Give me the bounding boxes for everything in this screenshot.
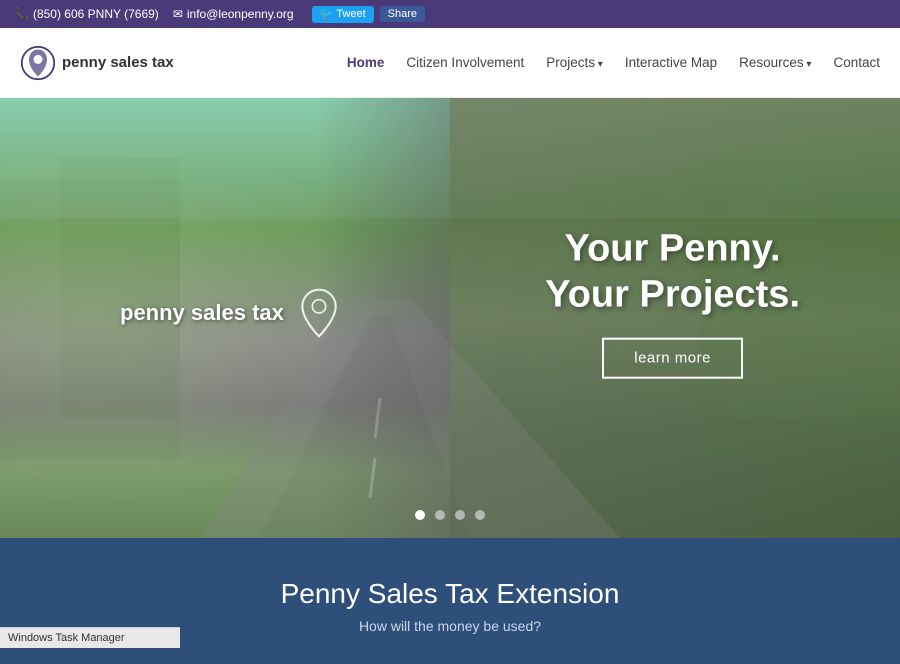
hero-logo: penny sales tax	[120, 288, 344, 338]
nav-projects[interactable]: Projects	[546, 55, 603, 70]
hero-title: Your Penny. Your Projects.	[545, 227, 800, 318]
nav-resources[interactable]: Resources	[739, 55, 811, 70]
nav-citizen[interactable]: Citizen Involvement	[406, 55, 524, 70]
logo-icon	[20, 45, 56, 81]
nav-home[interactable]: Home	[347, 55, 385, 70]
social-buttons: 🐦 Tweet Share	[312, 6, 425, 23]
main-nav: penny sales tax Home Citizen Involvement…	[0, 28, 900, 98]
hero-dot-1[interactable]	[415, 510, 425, 520]
email-icon: ✉	[173, 7, 183, 21]
hero-content: Your Penny. Your Projects. learn more	[545, 227, 800, 379]
phone-icon: 📞	[14, 7, 29, 21]
nav-contact[interactable]: Contact	[833, 55, 880, 70]
hero-section: penny sales tax Your Penny. Your Project…	[0, 98, 900, 538]
tweet-button[interactable]: 🐦 Tweet	[312, 6, 374, 23]
nav-map[interactable]: Interactive Map	[625, 55, 717, 70]
hero-cta-button[interactable]: learn more	[602, 338, 743, 379]
hero-dots	[415, 510, 485, 520]
section-title: Penny Sales Tax Extension	[20, 578, 880, 610]
hero-title-line2: Your Projects.	[545, 272, 800, 318]
hero-dot-2[interactable]	[435, 510, 445, 520]
hero-dot-4[interactable]	[475, 510, 485, 520]
logo[interactable]: penny sales tax	[20, 45, 174, 81]
hero-logo-text: penny sales tax	[120, 300, 284, 326]
top-bar: 📞 (850) 606 PNNY (7669) ✉ info@leonpenny…	[0, 0, 900, 28]
phone-number: (850) 606 PNNY (7669)	[33, 7, 159, 21]
phone-info: 📞 (850) 606 PNNY (7669)	[14, 7, 159, 21]
taskbar-label: Windows Task Manager	[8, 632, 125, 644]
email-link[interactable]: info@leonpenny.org	[187, 7, 294, 21]
share-button[interactable]: Share	[380, 6, 425, 22]
hero-logo-pin-icon	[294, 288, 344, 338]
hero-dot-3[interactable]	[455, 510, 465, 520]
twitter-icon: 🐦	[320, 8, 334, 21]
hero-title-line1: Your Penny.	[545, 227, 800, 273]
logo-text: penny sales tax	[62, 54, 174, 71]
nav-links: Home Citizen Involvement Projects Intera…	[347, 55, 880, 70]
email-info: ✉ info@leonpenny.org	[173, 7, 294, 21]
taskbar: Windows Task Manager	[0, 627, 180, 648]
